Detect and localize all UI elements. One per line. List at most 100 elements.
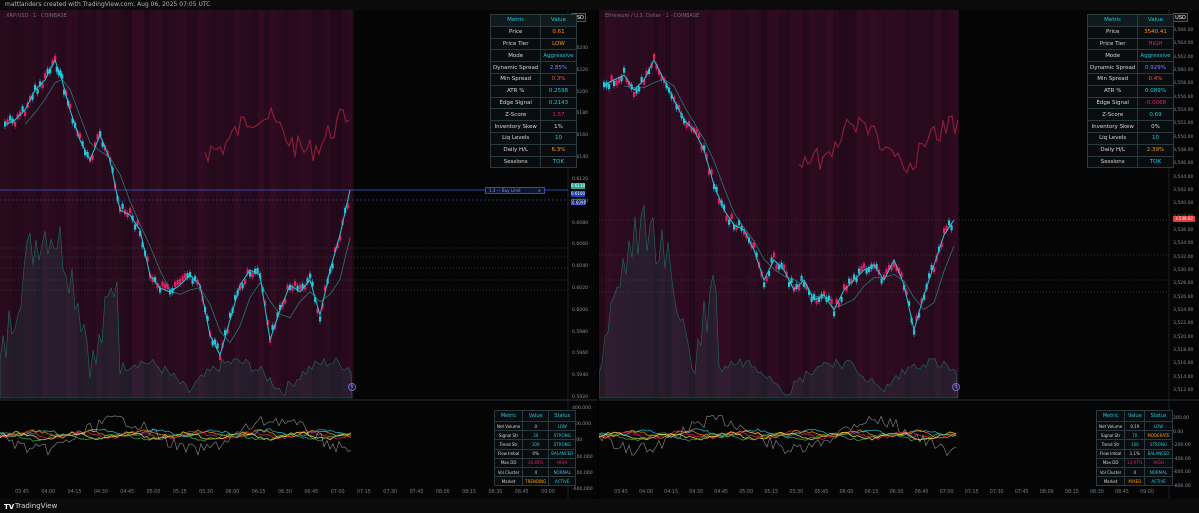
left-metrics-table: Metric Value Price 0.61 Price Tier LOW Mode Agg… [489, 14, 577, 169]
time-axis-label: 08:30 [488, 490, 503, 495]
table-row: Max DD 26.85% HIGH [493, 457, 577, 468]
table-row: Min Spread 0.4% [1086, 72, 1174, 86]
time-axis-label: 07:45 [1014, 490, 1029, 495]
heat-column [204, 10, 210, 398]
table-row: Net Volume 0.19 LOW [1095, 420, 1173, 432]
table-row: Z-Score 1.57 [489, 108, 577, 122]
heat-column [282, 10, 288, 398]
metric-value: 0% [1137, 120, 1174, 133]
left-chart-panel[interactable]: XRP/USD · 1 · COINBASE USD 0.6240 0.6220 0… [0, 10, 597, 499]
metric-name: Z-Score [489, 108, 542, 122]
price-axis-label: 3,512.00 [1173, 388, 1194, 393]
table-header: Value [522, 410, 550, 422]
metric-name: Inventory Skew [489, 120, 542, 133]
time-axis-label: 08:45 [1115, 490, 1129, 495]
metric-value: 2.85% [540, 61, 577, 74]
heat-column [306, 10, 312, 398]
heat-column [947, 10, 953, 398]
metric-value: 0.2598 [540, 84, 577, 98]
table-row: Trend Str 100 STRONG [1095, 439, 1173, 450]
table-row: ATR % 0.2598 [489, 84, 577, 98]
price-axis-label: 0.6000 [572, 307, 589, 313]
candle [256, 267, 259, 273]
metric-value: Aggressive [540, 49, 577, 63]
price-axis-label: 3,536.00 [1173, 228, 1194, 233]
metric-value: 10 [1137, 131, 1174, 145]
metric-status: HIGH [548, 457, 577, 468]
price-axis-label: 3,556.00 [1173, 94, 1194, 100]
time-axis-label: 06:15 [251, 490, 266, 495]
metric-value: 2.39% [1137, 143, 1174, 157]
left-price-tag-1: 0.6110 [571, 183, 585, 189]
table-row: Price 0.61 [489, 25, 577, 39]
metric-status: MODERATE [1144, 430, 1173, 441]
heat-column [785, 10, 791, 398]
metric-name: Daily H/L [1086, 143, 1139, 157]
price-axis-label: 3,522.00 [1173, 321, 1194, 327]
candle [241, 283, 244, 289]
metric-name: Daily H/L [489, 143, 542, 157]
left-event-marker-icon[interactable]: ↯ [348, 383, 356, 391]
candle [830, 298, 833, 304]
metric-name: Trend Str [1095, 439, 1126, 450]
heat-column [737, 10, 743, 398]
heat-column [150, 10, 156, 398]
heat-column [941, 10, 947, 398]
heat-column [821, 10, 827, 398]
price-axis-label: 3,542.00 [1173, 188, 1194, 193]
heat-column [156, 10, 162, 398]
time-axis-label: 07:45 [409, 490, 424, 495]
metric-status: BALANCED [548, 448, 577, 459]
table-row: Price 3540.41 [1086, 25, 1174, 39]
metric-name: Price Tier [489, 37, 542, 51]
metric-name: Vol Cluster [1095, 466, 1126, 478]
table-row: Mode Aggressive [489, 49, 577, 63]
heat-column [749, 10, 755, 398]
close-order-icon[interactable]: ✕ [538, 188, 541, 193]
metric-value: 70 [1124, 430, 1146, 441]
table-header: Status [1144, 410, 1173, 422]
price-axis-label: 3,544.00 [1173, 174, 1194, 180]
left-order-label[interactable]: 1.4 — Buy Limit ✕ [485, 187, 545, 194]
heat-column [180, 10, 186, 398]
metric-name: Liq Levels [489, 131, 542, 145]
metric-value: 0.69 [1137, 108, 1174, 122]
table-row: Inventory Skew 0% [1086, 120, 1174, 133]
metric-name: Sessions [489, 155, 542, 169]
metric-value: 0.2143 [540, 96, 577, 110]
metric-value: 100 [1124, 439, 1146, 450]
metric-status: ACTIVE [548, 476, 577, 487]
candle [164, 283, 167, 289]
metric-name: Market [1095, 476, 1126, 487]
heat-column [815, 10, 821, 398]
time-axis-label: 07:30 [989, 490, 1004, 495]
candle [880, 278, 883, 284]
candle [775, 264, 778, 270]
candle [770, 257, 773, 263]
candle [319, 316, 322, 322]
metric-name: Vol Cluster [493, 466, 524, 478]
right-event-marker-icon[interactable]: ↯ [952, 383, 960, 391]
right-chart-panel[interactable]: Ethereum / U.S. Dollar · 1 · COINBASE US… [599, 10, 1199, 499]
heat-column [318, 10, 324, 398]
price-axis-label: 0.5920 [572, 395, 589, 400]
metric-value: Aggressive [1137, 49, 1174, 63]
table-row: Min Spread 0.3% [489, 72, 577, 86]
time-axis-label: 08:15 [1064, 490, 1079, 495]
heat-column [276, 10, 282, 398]
candle [309, 273, 312, 279]
heat-column [689, 10, 695, 398]
time-axis-label: 05:00 [739, 490, 754, 495]
metric-value: 10 [540, 131, 577, 145]
metric-name: Min Spread [1086, 72, 1139, 86]
right-currency-button[interactable]: USD [1173, 13, 1188, 22]
heat-column [330, 10, 336, 398]
candle [176, 280, 179, 286]
heat-column [767, 10, 773, 398]
candle [913, 329, 916, 335]
metric-name: Z-Score [1086, 108, 1139, 122]
candle [608, 84, 611, 90]
heat-column [923, 10, 929, 398]
heat-column [911, 10, 917, 398]
heat-column [300, 10, 306, 398]
